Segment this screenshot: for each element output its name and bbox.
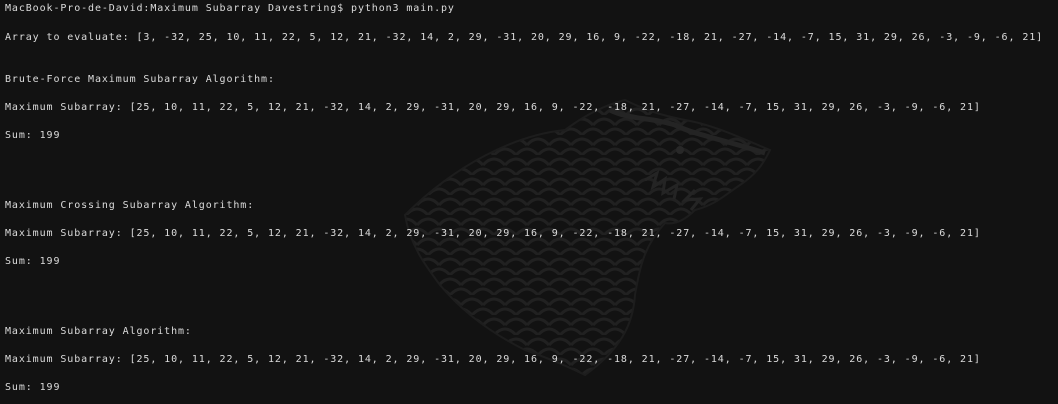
sum-result: Sum: 199 — [5, 130, 61, 141]
sum-result: Sum: 199 — [5, 382, 61, 393]
section-heading: Maximum Subarray Algorithm: — [5, 326, 192, 337]
section-heading: Brute-Force Maximum Subarray Algorithm: — [5, 74, 275, 85]
sum-result: Sum: 199 — [5, 256, 61, 267]
terminal-window[interactable]: MacBook-Pro-de-David:Maximum Subarray Da… — [0, 0, 1058, 404]
shell-prompt: MacBook-Pro-de-David:Maximum Subarray Da… — [5, 3, 455, 14]
subarray-result: Maximum Subarray: [25, 10, 11, 22, 5, 12… — [5, 354, 981, 365]
subarray-result: Maximum Subarray: [25, 10, 11, 22, 5, 12… — [5, 102, 981, 113]
subarray-result: Maximum Subarray: [25, 10, 11, 22, 5, 12… — [5, 228, 981, 239]
input-array-line: Array to evaluate: [3, -32, 25, 10, 11, … — [5, 32, 1044, 43]
section-heading: Maximum Crossing Subarray Algorithm: — [5, 200, 255, 211]
